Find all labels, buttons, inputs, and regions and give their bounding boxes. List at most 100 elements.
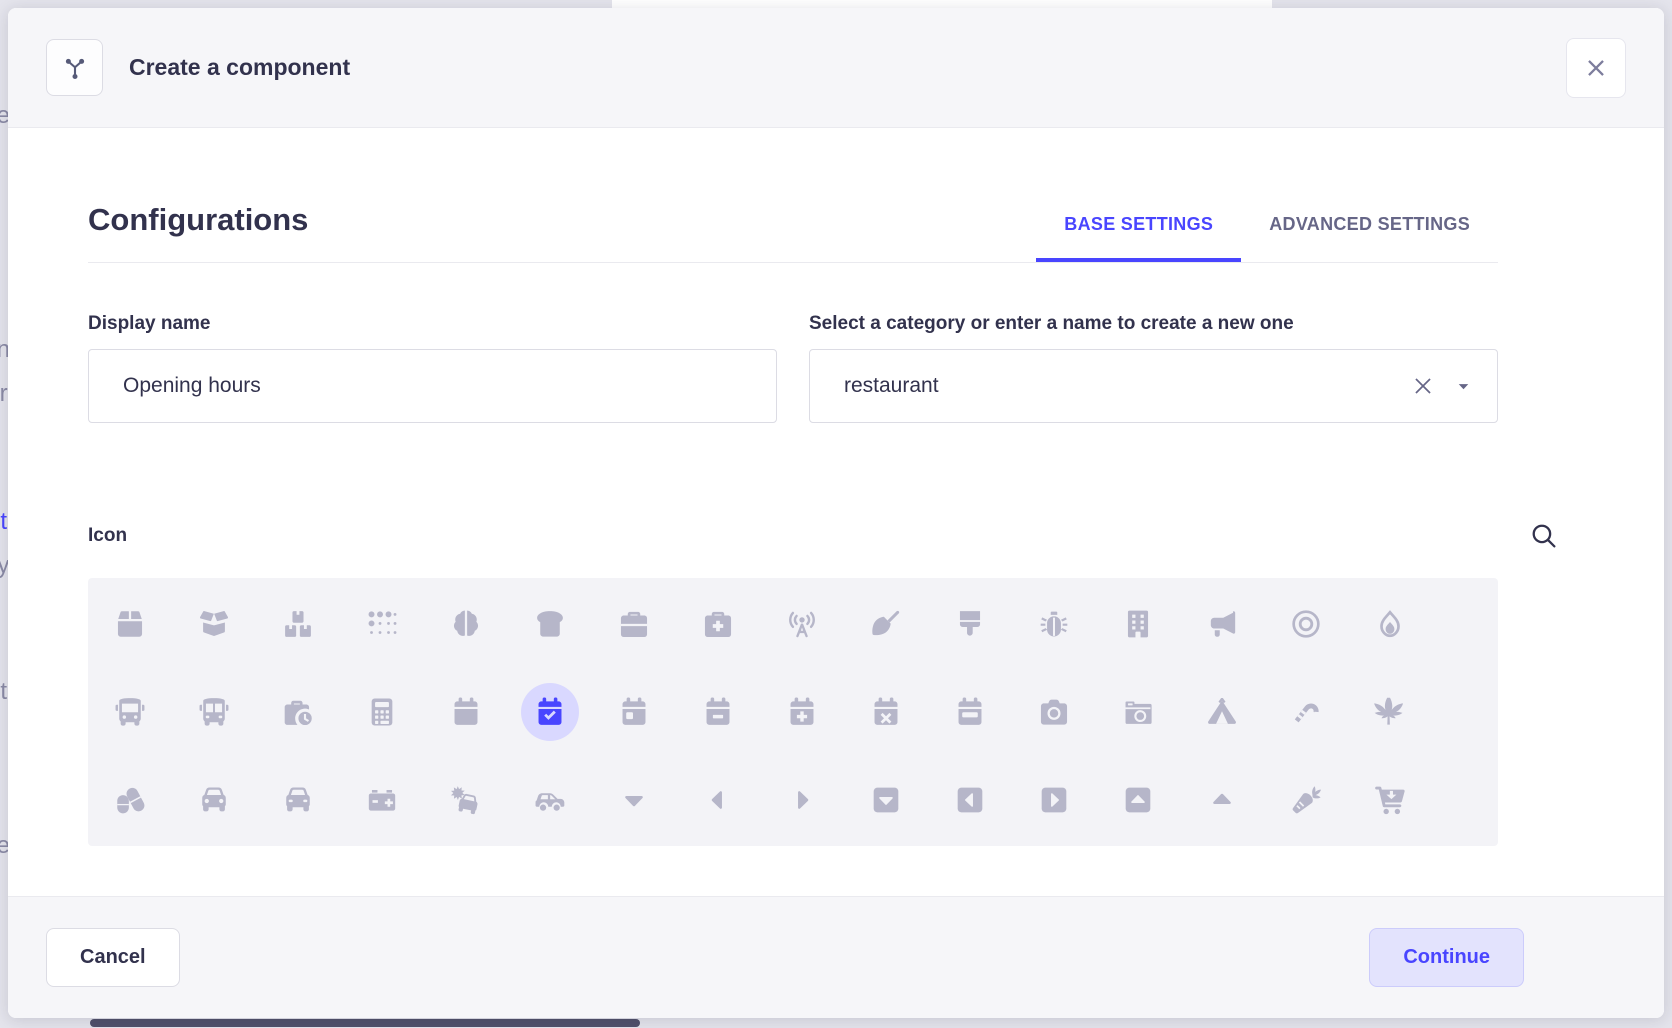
icon-option-camera[interactable] (1012, 668, 1096, 756)
modal-footer: Cancel Continue (8, 896, 1664, 1018)
camera-icon (1037, 695, 1071, 729)
icon-option-caret-square-up[interactable] (1096, 756, 1180, 844)
icon-option-caret-up[interactable] (1180, 756, 1264, 844)
cannabis-icon (1373, 695, 1407, 729)
component-icon (46, 39, 103, 96)
icon-option-broadcast-tower[interactable] (760, 580, 844, 668)
icon-option-broom[interactable] (844, 580, 928, 668)
section-title: Configurations (88, 202, 308, 262)
cancel-button[interactable]: Cancel (46, 928, 180, 987)
category-input[interactable] (844, 374, 1406, 398)
icon-option-campground[interactable] (1180, 668, 1264, 756)
broadcast-tower-icon (785, 607, 819, 641)
display-name-input[interactable] (123, 374, 752, 398)
icon-option-brush[interactable] (928, 580, 1012, 668)
icon-option-caret-square-left[interactable] (928, 756, 1012, 844)
icon-label: Icon (88, 525, 127, 547)
category-label: Select a category or enter a name to cre… (809, 313, 1498, 335)
caret-up-icon (1205, 783, 1239, 817)
icon-option-capsules[interactable] (88, 756, 172, 844)
carrot-icon (1289, 783, 1323, 817)
icon-option-caret-left[interactable] (676, 756, 760, 844)
brush-icon (953, 607, 987, 641)
icon-option-camera-retro[interactable] (1096, 668, 1180, 756)
tab-base-settings[interactable]: BASE SETTINGS (1036, 214, 1241, 262)
icon-option-calendar-minus[interactable] (676, 668, 760, 756)
modal-title: Create a component (129, 54, 350, 81)
icon-option-box[interactable] (88, 580, 172, 668)
category-combobox (809, 349, 1498, 423)
dropdown-caret-icon[interactable] (1454, 377, 1473, 396)
icon-option-candy-cane[interactable] (1264, 668, 1348, 756)
icon-option-cannabis[interactable] (1348, 668, 1432, 756)
icon-option-car[interactable] (172, 756, 256, 844)
display-name-input-box (88, 349, 777, 423)
search-icon[interactable] (1527, 519, 1560, 552)
icon-option-caret-right[interactable] (760, 756, 844, 844)
icon-option-carrot[interactable] (1264, 756, 1348, 844)
icon-option-caret-square-down[interactable] (844, 756, 928, 844)
bullhorn-icon (1205, 607, 1239, 641)
icon-option-car-crash[interactable] (424, 756, 508, 844)
background-text-fragment: t (0, 510, 7, 534)
burn-icon (1373, 607, 1407, 641)
icon-option-boxes[interactable] (256, 580, 340, 668)
create-component-modal: Create a component Configurations BASE S… (8, 8, 1664, 1018)
icon-picker-header: Icon (88, 519, 1560, 552)
icon-option-cart-arrow-down[interactable] (1348, 756, 1432, 844)
broom-icon (869, 607, 903, 641)
icon-option-calendar-times[interactable] (844, 668, 928, 756)
category-field: Select a category or enter a name to cre… (809, 313, 1498, 423)
background-scrollbar[interactable] (90, 1019, 640, 1027)
icon-option-briefcase-medical[interactable] (676, 580, 760, 668)
clear-category-icon[interactable] (1406, 369, 1440, 403)
icon-option-car-battery[interactable] (340, 756, 424, 844)
icon-option-bullseye[interactable] (1264, 580, 1348, 668)
icon-option-calendar-week[interactable] (928, 668, 1012, 756)
icon-option-car-side[interactable] (508, 756, 592, 844)
icon-option-box-open[interactable] (172, 580, 256, 668)
display-name-label: Display name (88, 313, 777, 335)
icon-option-braille[interactable] (340, 580, 424, 668)
tab-advanced-settings[interactable]: ADVANCED SETTINGS (1241, 214, 1498, 262)
icon-option-brain[interactable] (424, 580, 508, 668)
display-name-field: Display name (88, 313, 777, 423)
brain-icon (449, 607, 483, 641)
icon-option-burn[interactable] (1348, 580, 1432, 668)
bug-icon (1037, 607, 1071, 641)
capsules-icon (113, 783, 147, 817)
caret-right-icon (785, 783, 819, 817)
calendar-check-icon (533, 695, 567, 729)
braille-icon (365, 607, 399, 641)
cart-arrow-down-icon (1373, 783, 1407, 817)
continue-button[interactable]: Continue (1369, 928, 1524, 987)
bus-alt-icon (197, 695, 231, 729)
icon-option-calendar-day[interactable] (592, 668, 676, 756)
candy-cane-icon (1289, 695, 1323, 729)
icon-option-caret-down[interactable] (592, 756, 676, 844)
bullseye-icon (1289, 607, 1323, 641)
icon-option-business-time[interactable] (256, 668, 340, 756)
bread-slice-icon (533, 607, 567, 641)
icon-option-bus-alt[interactable] (172, 668, 256, 756)
caret-square-down-icon (869, 783, 903, 817)
icon-option-bread-slice[interactable] (508, 580, 592, 668)
caret-left-icon (701, 783, 735, 817)
icon-option-calculator[interactable] (340, 668, 424, 756)
icon-option-calendar[interactable] (424, 668, 508, 756)
icon-option-bus[interactable] (88, 668, 172, 756)
icon-option-calendar-plus[interactable] (760, 668, 844, 756)
close-button[interactable] (1566, 38, 1626, 98)
icon-option-caret-square-right[interactable] (1012, 756, 1096, 844)
section-head: Configurations BASE SETTINGS ADVANCED SE… (88, 202, 1498, 263)
icon-option-car-alt[interactable] (256, 756, 340, 844)
caret-square-up-icon (1121, 783, 1155, 817)
icon-option-bug[interactable] (1012, 580, 1096, 668)
icon-option-bullhorn[interactable] (1180, 580, 1264, 668)
icon-option-building[interactable] (1096, 580, 1180, 668)
calendar-day-icon (617, 695, 651, 729)
camera-retro-icon (1121, 695, 1155, 729)
icon-option-briefcase[interactable] (592, 580, 676, 668)
icon-option-calendar-check[interactable] (508, 668, 592, 756)
calendar-minus-icon (701, 695, 735, 729)
